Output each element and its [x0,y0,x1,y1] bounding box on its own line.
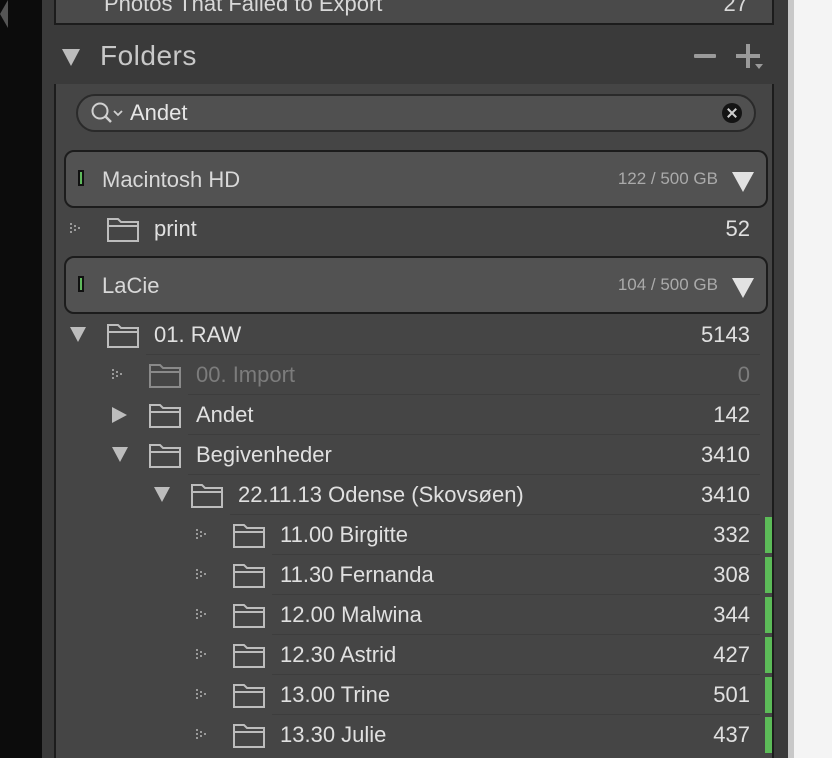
folder-count: 308 [713,562,750,587]
folder-icon [149,364,181,388]
sync-status-bar [765,677,772,713]
folder-name: print [154,216,197,241]
folder-row[interactable]: Begivenheder 3410 [56,435,772,475]
folder-name: 11.30 Fernanda [280,562,434,587]
dropdown-caret-icon [755,64,763,69]
folder-count: 501 [713,682,750,707]
collapse-arrow-icon[interactable] [0,0,8,28]
folder-row[interactable]: 00. Import 0 [56,355,772,395]
expanded-triangle-icon[interactable] [154,487,170,502]
folder-row[interactable]: 11.00 Birgitte 332 [56,515,772,555]
disclosure-dots-icon [70,223,84,237]
folder-name: 11.00 Birgitte [280,522,409,547]
folder-name: 12.00 Malwina [280,602,422,627]
sync-status-bar [765,597,772,633]
folder-icon [233,604,265,628]
volume-lacie[interactable]: LaCie 104 / 500 GB [64,256,768,314]
collection-count: 27 [723,0,748,16]
folder-row[interactable]: 13.00 Trine 501 [56,675,772,715]
volume-capacity: 104 / 500 GB [617,275,718,294]
volume-collapse-triangle-icon[interactable] [732,278,754,298]
sync-status-bar [765,717,772,753]
disclosure-dots-icon [112,369,126,383]
sync-status-bar [765,637,772,673]
folders-header[interactable]: Folders [42,30,788,84]
disclosure-dots-icon [196,649,210,663]
folder-row[interactable]: 12.30 Astrid 427 [56,635,772,675]
clear-icon[interactable] [722,103,742,123]
folder-count: 0 [737,362,750,387]
window-edge [788,0,794,758]
collection-label: Photos That Failed to Export [104,0,383,16]
expanded-triangle-icon[interactable] [70,327,86,342]
volume-status-indicator [78,276,84,292]
folder-count: 344 [713,602,750,627]
sync-status-bar [765,557,772,593]
panel-title: Folders [100,40,197,71]
folder-count: 52 [725,216,750,241]
expanded-triangle-icon[interactable] [112,447,128,462]
folder-count: 3410 [701,482,750,507]
folder-count: 437 [713,722,750,747]
plus-icon-vertical [746,44,750,68]
remove-folder-button[interactable] [694,54,716,58]
folder-tree: Macintosh HD 122 / 500 GB print 52 LaCie… [54,84,774,758]
folder-count: 332 [713,522,750,547]
volume-name: LaCie [102,273,160,298]
folder-row[interactable]: Andet 142 [56,395,772,435]
volume-status-indicator [78,170,84,186]
failed-export-collection-row[interactable]: Photos That Failed to Export 27 [54,0,774,25]
volume-macintosh-hd[interactable]: Macintosh HD 122 / 500 GB [64,150,768,208]
folder-row[interactable]: 01. RAW 5143 [56,315,772,355]
folder-icon [107,218,139,242]
folder-row[interactable]: print 52 [56,209,772,249]
folder-row[interactable]: 22.11.13 Odense (Skovsøen) 3410 [56,475,772,515]
disclosure-dots-icon [196,729,210,743]
disclosure-dots-icon [196,609,210,623]
search-icon[interactable] [90,101,126,127]
folder-count: 3410 [701,442,750,467]
folder-count: 427 [713,642,750,667]
disclosure-dots-icon [196,689,210,703]
folder-name: 22.11.13 Odense (Skovsøen) [238,482,524,507]
volume-name: Macintosh HD [102,167,241,192]
folder-icon [191,484,223,508]
folder-icon [233,684,265,708]
folder-name: 00. Import [196,362,296,387]
folder-name: 12.30 Astrid [280,642,397,667]
folder-name: Andet [196,402,254,427]
folder-row[interactable]: 13.30 Julie 437 [56,715,772,755]
sync-status-bar [765,517,772,553]
folder-icon [107,324,139,348]
panel-collapse-triangle-icon[interactable] [62,49,80,66]
add-folder-button[interactable] [736,42,766,72]
folder-row[interactable]: 11.30 Fernanda 308 [56,555,772,595]
collapsed-triangle-icon[interactable] [112,407,127,423]
folder-icon [233,724,265,748]
folder-search-bar[interactable] [76,94,756,132]
folder-row[interactable]: 12.00 Malwina 344 [56,595,772,635]
folder-icon [233,564,265,588]
folder-icon [149,404,181,428]
disclosure-dots-icon [196,569,210,583]
search-input[interactable] [130,99,690,127]
folder-name: 01. RAW [154,322,242,347]
folder-icon [233,524,265,548]
folder-count: 142 [713,402,750,427]
folder-count: 5143 [701,322,750,347]
folder-icon [149,444,181,468]
folder-name: Begivenheder [196,442,332,467]
disclosure-dots-icon [196,529,210,543]
left-panel-edge [0,0,42,758]
folder-name: 13.30 Julie [280,722,387,747]
folder-name: 13.00 Trine [280,682,391,707]
folder-icon [233,644,265,668]
volume-capacity: 122 / 500 GB [617,169,718,188]
volume-collapse-triangle-icon[interactable] [732,172,754,192]
folders-panel: Photos That Failed to Export 27 Folders … [42,0,788,758]
